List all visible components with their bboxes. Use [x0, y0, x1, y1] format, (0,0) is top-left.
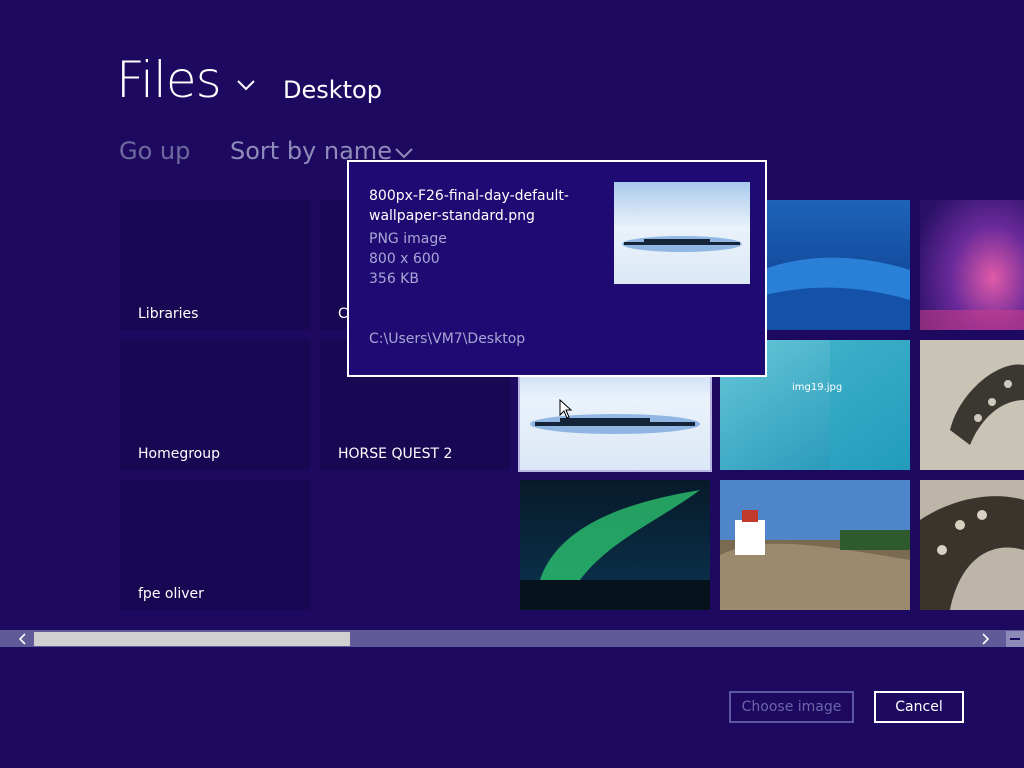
- file-path: C:\Users\VM7\Desktop: [369, 331, 526, 347]
- chevron-left-icon[interactable]: [14, 631, 32, 647]
- current-location: Desktop: [283, 76, 382, 104]
- image-thumbnail[interactable]: [720, 480, 910, 610]
- folder-tile-fpe-oliver[interactable]: fpe oliver: [120, 480, 310, 610]
- go-up-button[interactable]: Go up: [119, 135, 190, 167]
- page-title[interactable]: Files: [116, 50, 222, 110]
- folder-label: Homegroup: [138, 446, 221, 462]
- file-size: 356 KB: [369, 271, 419, 287]
- minus-icon: [1010, 638, 1020, 640]
- cancel-button[interactable]: Cancel: [874, 691, 964, 723]
- mouse-pointer-icon: [559, 399, 573, 419]
- folder-label: Libraries: [138, 306, 199, 322]
- image-thumbnail[interactable]: [920, 200, 1024, 330]
- chevron-down-icon[interactable]: [394, 146, 414, 160]
- scrollbar-thumb[interactable]: [34, 632, 350, 646]
- thumbnail-overlay-text: img19.jpg: [792, 382, 842, 393]
- folder-label: HORSE QUEST 2: [338, 446, 453, 462]
- scrollbar-zoom-button[interactable]: [1006, 631, 1024, 647]
- file-name: 800px-F26-final-day-default-wallpaper-st…: [369, 188, 569, 224]
- file-type: PNG image: [369, 231, 447, 247]
- file-dimensions: 800 x 600: [369, 251, 440, 267]
- folder-label: fpe oliver: [138, 586, 204, 602]
- image-thumbnail[interactable]: [520, 480, 710, 610]
- file-info-tooltip: 800px-F26-final-day-default-wallpaper-st…: [347, 160, 767, 377]
- folder-tile-libraries[interactable]: Libraries: [120, 200, 310, 330]
- file-preview-thumbnail: [614, 182, 750, 284]
- folder-tile-homegroup[interactable]: Homegroup: [120, 340, 310, 470]
- image-thumbnail[interactable]: [920, 480, 1024, 610]
- image-thumbnail[interactable]: [920, 340, 1024, 470]
- chevron-down-icon[interactable]: [236, 78, 256, 92]
- choose-image-button[interactable]: Choose image: [729, 691, 854, 723]
- chevron-right-icon[interactable]: [976, 631, 994, 647]
